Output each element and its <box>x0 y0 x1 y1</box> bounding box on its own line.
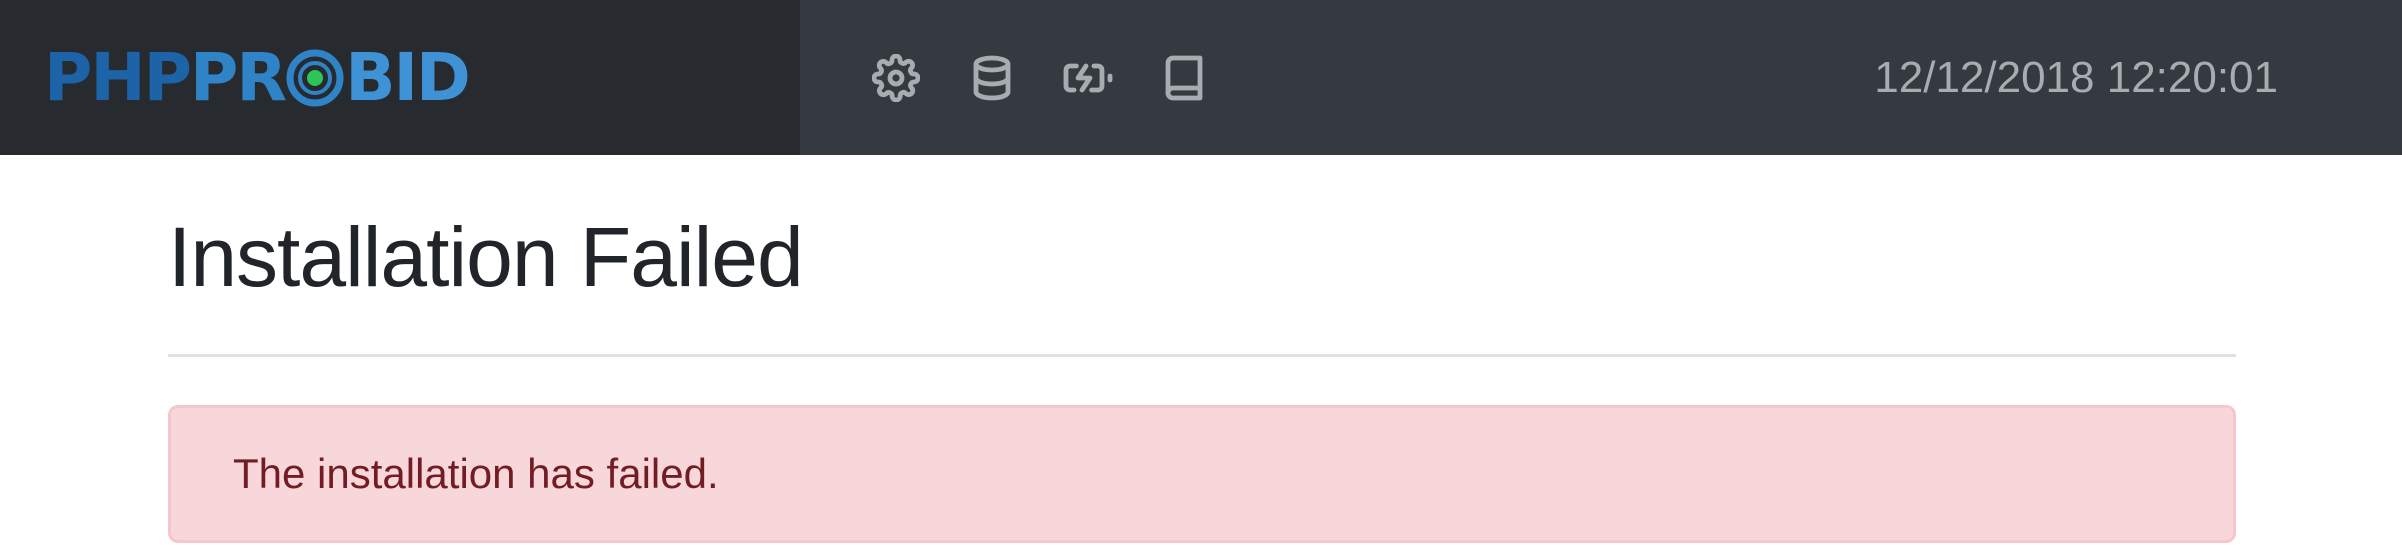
database-icon <box>973 55 1011 101</box>
main-content: Installation Failed The installation has… <box>168 155 2236 543</box>
page-title: Installation Failed <box>168 210 804 304</box>
top-navbar: PHP PR BID 12/12/2018 12:20:01 <box>0 0 2402 155</box>
error-alert: The installation has failed. <box>168 405 2236 543</box>
navbar-icons <box>870 52 1254 104</box>
settings-button[interactable] <box>870 52 922 104</box>
logo-text-bid: BID <box>345 38 471 116</box>
brand-area: PHP PR BID <box>0 0 800 155</box>
database-button[interactable] <box>966 52 1018 104</box>
phpprobid-logo[interactable]: PHP PR BID <box>44 38 471 116</box>
power-button[interactable] <box>1062 52 1114 104</box>
alert-message: The installation has failed. <box>233 450 719 497</box>
current-datetime: 12/12/2018 12:20:01 <box>1874 53 2278 102</box>
title-divider <box>168 354 2236 357</box>
target-icon <box>286 49 344 106</box>
gear-icon <box>872 54 920 102</box>
book-icon <box>1165 55 1203 101</box>
logo-text-php: PHP <box>44 38 192 116</box>
logo-text-pr: PR <box>189 38 287 116</box>
battery-charging-icon <box>1063 63 1113 93</box>
documentation-button[interactable] <box>1158 52 1210 104</box>
